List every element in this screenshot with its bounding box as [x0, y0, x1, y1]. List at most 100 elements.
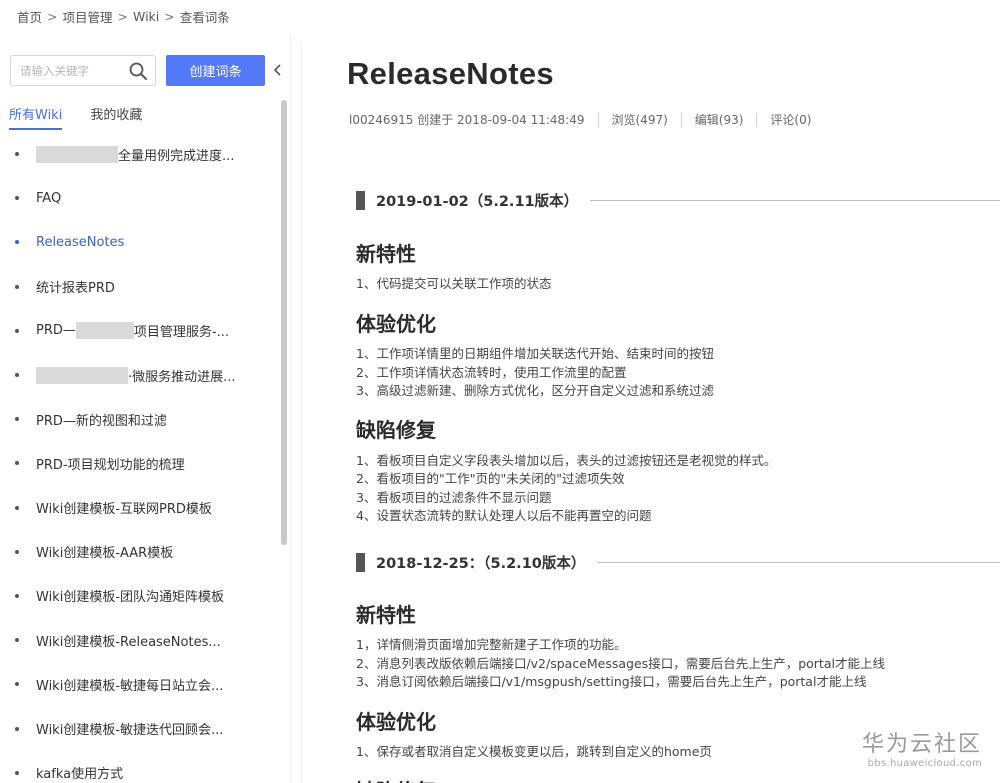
bullet-icon [15, 682, 19, 687]
wiki-list-item[interactable]: Wiki创建模板-团队沟通矩阵模板 [15, 574, 270, 618]
breadcrumb-separator: > [164, 9, 175, 24]
release-item: 4、设置状态流转的默认处理人以后不能再置空的问题 [356, 508, 652, 523]
author-created: l00246915 创建于 2018-09-04 11:48:49 [349, 113, 585, 127]
wiki-item-label: Wiki创建模板-敏捷迭代回顾会... [36, 723, 224, 739]
wiki-list-item[interactable]: Wiki创建模板-敏捷每日站立会... [15, 662, 270, 706]
wiki-item-label: Wiki创建模板-团队沟通矩阵模板 [36, 590, 225, 606]
wiki-list-item-active[interactable]: ReleaseNotes [15, 220, 270, 264]
bullet-icon [15, 240, 19, 245]
bullet-icon [15, 770, 19, 775]
release-item: 2、消息列表改版依赖后端接口/v2/spaceMessages接口，需要后台先上… [356, 656, 885, 671]
sidebar: 创建词条 所有Wiki 我的收藏 全量用例完成进度... FAQ Release… [0, 34, 291, 783]
release-item: 1，详情侧滑页面增加完整新建子工作项的功能。 [356, 637, 627, 652]
wiki-item-label: kafka使用方式 [36, 767, 124, 783]
heading-rule [597, 562, 1000, 563]
subsection-title: 缺陷修复 [356, 418, 436, 442]
redacted-block [36, 145, 118, 163]
release-item: 1、工作项详情里的日期组件增加关联迭代开始、结束时间的按钮 [356, 346, 714, 361]
bullet-icon [15, 196, 19, 201]
heading-bar [356, 191, 365, 210]
wiki-item-label: Wiki创建模板-AAR模板 [36, 546, 174, 562]
breadcrumb: 首页 > 项目管理 > Wiki > 查看词条 [17, 7, 230, 26]
wiki-list: 全量用例完成进度... FAQ ReleaseNotes 统计报表PRD PRD… [15, 132, 270, 783]
wiki-list-item[interactable]: PRD-项目规划功能的梳理 [15, 441, 270, 485]
wiki-item-label: 统计报表PRD [36, 281, 115, 297]
release-section-heading: 2018-12-25：（5.2.10版本） [356, 552, 1000, 573]
wiki-item-label: PRD-项目规划功能的梳理 [36, 457, 185, 473]
redacted-block [36, 366, 128, 384]
redacted-block [75, 322, 134, 340]
wiki-list-item[interactable]: PRD— 项目管理服务-... [15, 309, 270, 353]
bullet-icon [15, 593, 19, 598]
wiki-list-item[interactable]: FAQ [15, 176, 270, 220]
search-input[interactable] [11, 56, 121, 85]
bullet-icon [15, 549, 19, 554]
sidebar-scrollbar-thumb[interactable] [281, 100, 287, 545]
wiki-list-item[interactable]: Wiki创建模板-互联网PRD模板 [15, 486, 270, 530]
bullet-icon [15, 152, 19, 157]
release-item: 2、工作项详情状态流转时，使用工作流里的配置 [356, 365, 627, 380]
breadcrumb-separator: > [47, 9, 58, 24]
bullet-icon [15, 461, 19, 466]
wiki-list-item[interactable]: 统计报表PRD [15, 265, 270, 309]
wiki-list-item[interactable]: Wiki创建模板-AAR模板 [15, 530, 270, 574]
divider [756, 112, 758, 127]
watermark-brand: 华为云社区 [861, 732, 982, 757]
watermark-url: bbs.huaweicloud.com [867, 758, 982, 769]
release-version-title: 2019-01-02（5.2.11版本） [376, 194, 579, 210]
heading-rule [590, 200, 1000, 201]
release-item: 3、消息订阅依赖后端接口/v1/msgpush/setting接口，需要后台先上… [356, 674, 867, 689]
page-title: ReleaseNotes [347, 56, 554, 91]
watermark: 华为云社区 bbs.huaweicloud.com [862, 726, 982, 769]
breadcrumb-wiki[interactable]: Wiki [133, 9, 159, 24]
article-panel: ReleaseNotes l00246915 创建于 2018-09-04 11… [301, 42, 1000, 783]
wiki-tabs: 所有Wiki 我的收藏 [9, 104, 142, 130]
wiki-list-item[interactable]: PRD—新的视图和过滤 [15, 397, 270, 441]
wiki-item-label-prefix: PRD— [36, 323, 76, 339]
article-meta: l00246915 创建于 2018-09-04 11:48:49 浏览(497… [349, 111, 811, 128]
edits-link[interactable]: 编辑(93) [695, 111, 744, 128]
subsection-title: 体验优化 [356, 710, 436, 734]
bullet-icon [15, 638, 19, 643]
search-icon[interactable] [128, 61, 148, 81]
chevron-left-icon[interactable] [271, 62, 285, 78]
bullet-icon [15, 505, 19, 510]
comments-link[interactable]: 评论(0) [770, 111, 811, 128]
subsection-title: 新特性 [356, 242, 416, 266]
wiki-item-label: FAQ [36, 190, 62, 206]
wiki-list-item[interactable]: kafka使用方式 [15, 751, 270, 783]
breadcrumb-separator: > [117, 9, 128, 24]
subsection-title: 新特性 [356, 603, 416, 627]
wiki-item-label: ReleaseNotes [36, 234, 125, 250]
wiki-list-item[interactable]: Wiki创建模板-敏捷迭代回顾会... [15, 706, 270, 750]
wiki-item-label: PRD—新的视图和过滤 [36, 413, 167, 429]
divider [597, 112, 599, 127]
wiki-item-label: 项目管理服务-... [133, 325, 229, 341]
wiki-item-label: ·微服务推动进展... [128, 369, 236, 385]
release-item: 1、看板项目自定义字段表头增加以后，表头的过滤按钮还是老视觉的样式。 [356, 453, 777, 468]
tab-all-wiki[interactable]: 所有Wiki [9, 104, 63, 130]
bullet-icon [15, 417, 19, 422]
breadcrumb-current: 查看词条 [179, 10, 230, 25]
bullet-icon [15, 373, 19, 378]
release-item: 1、保存或者取消自定义模板变更以后，跳转到自定义的home页 [356, 744, 712, 759]
divider [680, 112, 682, 127]
create-entry-button[interactable]: 创建词条 [166, 55, 265, 86]
wiki-list-item[interactable]: Wiki创建模板-ReleaseNotes... [15, 618, 270, 662]
release-item: 1、代码提交可以关联工作项的状态 [356, 276, 552, 291]
breadcrumb-home[interactable]: 首页 [17, 7, 42, 26]
heading-bar [356, 553, 365, 572]
tab-my-favorites[interactable]: 我的收藏 [90, 104, 142, 130]
bullet-icon [15, 328, 19, 333]
wiki-list-item[interactable]: ·微服务推动进展... [15, 353, 270, 397]
release-item: 3、高级过滤新建、删除方式优化，区分开自定义过滤和系统过滤 [356, 383, 714, 398]
bullet-icon [15, 726, 19, 731]
release-section-heading: 2019-01-02（5.2.11版本） [356, 190, 1000, 211]
release-item: 2、看板项目的"工作"页的"未关闭的"过滤项失效 [356, 471, 625, 486]
subsection-title: 体验优化 [356, 312, 436, 336]
wiki-list-item[interactable]: 全量用例完成进度... [15, 132, 270, 176]
wiki-item-label: Wiki创建模板-互联网PRD模板 [36, 502, 212, 518]
breadcrumb-project-management[interactable]: 项目管理 [63, 7, 113, 26]
wiki-item-label: 全量用例完成进度... [118, 148, 235, 164]
release-item: 3、看板项目的过滤条件不显示问题 [356, 490, 552, 505]
